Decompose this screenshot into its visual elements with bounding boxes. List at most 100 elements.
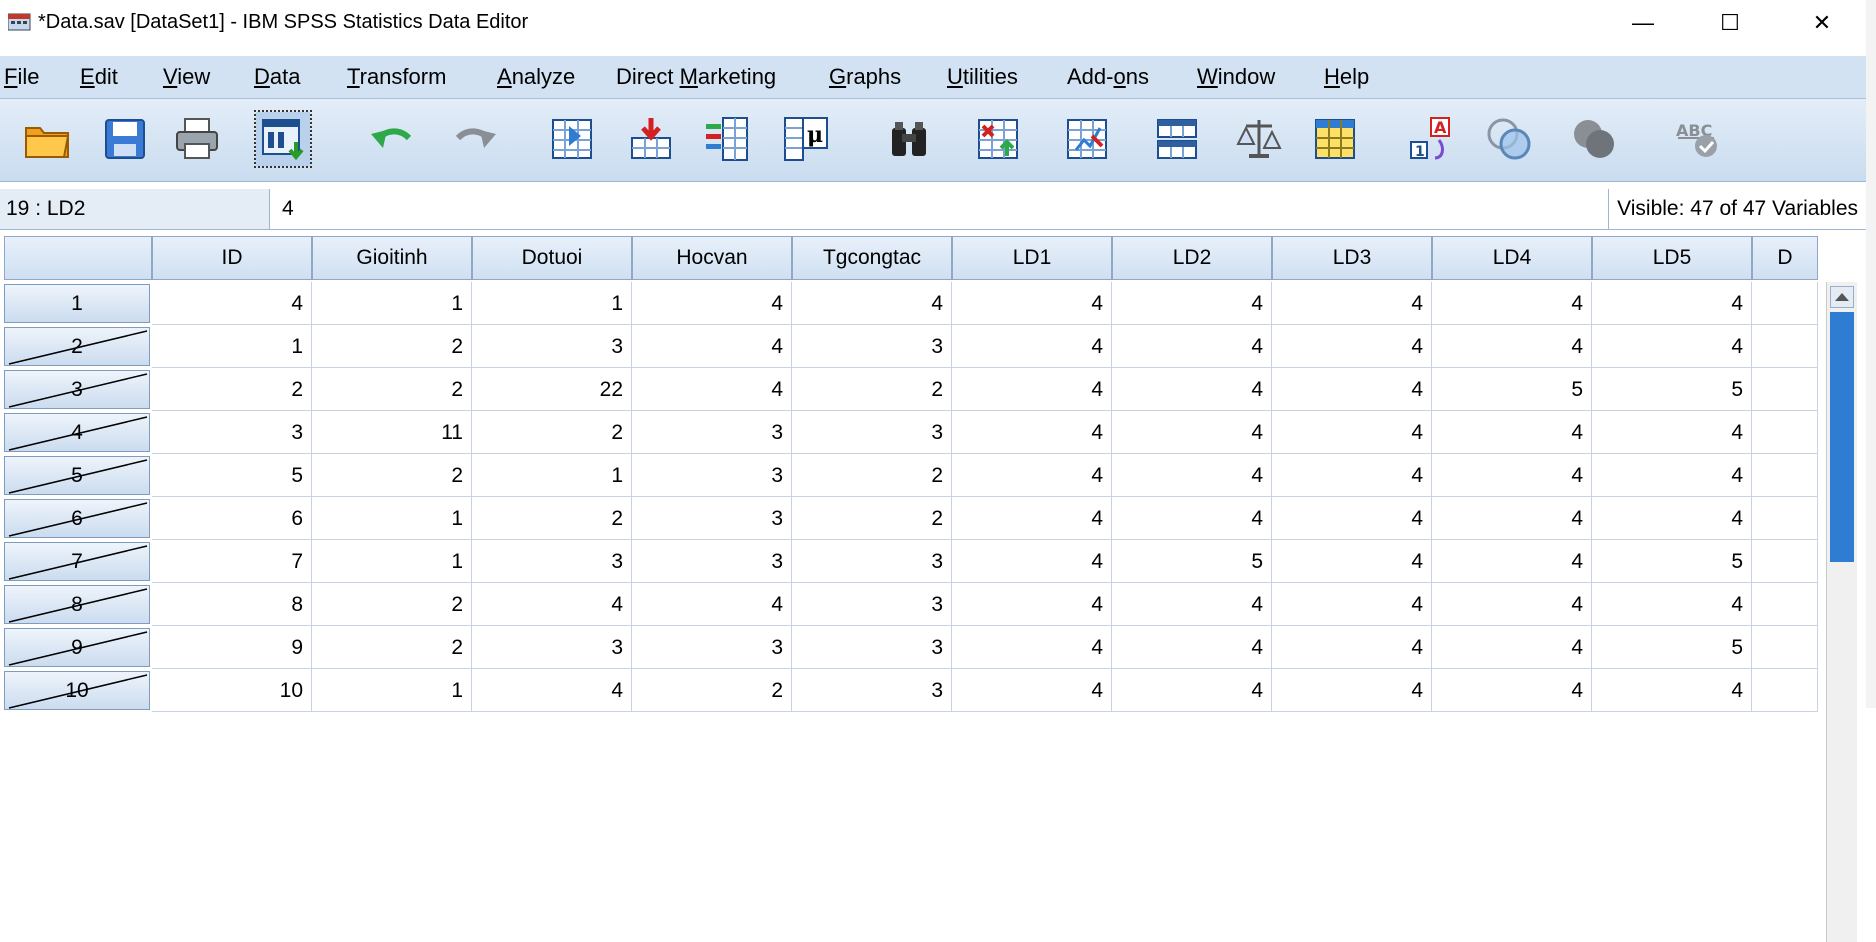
data-cell[interactable]: 4 [952, 583, 1112, 626]
data-cell[interactable]: 3 [632, 454, 792, 497]
insert-cases-icon[interactable] [971, 112, 1025, 166]
data-cell[interactable]: 4 [1272, 583, 1432, 626]
data-cell[interactable] [1752, 583, 1818, 626]
column-header[interactable]: Tgcongtac [792, 236, 952, 280]
data-cell[interactable]: 3 [792, 626, 952, 669]
data-cell[interactable]: 3 [472, 325, 632, 368]
menu-item[interactable]: Edit [80, 64, 118, 90]
data-cell[interactable]: 4 [952, 540, 1112, 583]
data-cell[interactable] [1752, 325, 1818, 368]
data-cell[interactable]: 4 [1272, 282, 1432, 325]
data-cell[interactable]: 3 [472, 540, 632, 583]
data-cell[interactable]: 5 [1112, 540, 1272, 583]
data-cell[interactable]: 4 [952, 282, 1112, 325]
data-cell[interactable]: 1 [472, 454, 632, 497]
show-all-variables-icon[interactable] [1567, 112, 1621, 166]
data-cell[interactable]: 4 [952, 669, 1112, 712]
row-header[interactable]: 3 [4, 370, 150, 409]
data-cell[interactable]: 4 [1112, 454, 1272, 497]
data-cell[interactable]: 5 [1432, 368, 1592, 411]
data-cell[interactable] [1752, 540, 1818, 583]
column-header[interactable]: LD1 [952, 236, 1112, 280]
column-header[interactable]: LD3 [1272, 236, 1432, 280]
column-header[interactable]: Dotuoi [472, 236, 632, 280]
data-cell[interactable]: 9 [152, 626, 312, 669]
row-header[interactable]: 5 [4, 456, 150, 495]
data-cell[interactable]: 2 [792, 368, 952, 411]
row-header[interactable]: 6 [4, 499, 150, 538]
menu-item[interactable]: Transform [347, 64, 446, 90]
data-cell[interactable]: 4 [1432, 325, 1592, 368]
data-cell[interactable]: 4 [1592, 282, 1752, 325]
data-cell[interactable]: 4 [1272, 626, 1432, 669]
menu-item[interactable]: Utilities [947, 64, 1018, 90]
data-cell[interactable]: 4 [1432, 583, 1592, 626]
cell-value-input[interactable]: 4 [276, 189, 294, 229]
data-cell[interactable]: 4 [952, 368, 1112, 411]
data-cell[interactable]: 4 [1272, 540, 1432, 583]
data-cell[interactable]: 3 [632, 411, 792, 454]
menu-item[interactable]: Add-ons [1067, 64, 1149, 90]
split-file-icon[interactable] [1150, 112, 1204, 166]
data-cell[interactable]: 3 [792, 583, 952, 626]
data-cell[interactable] [1752, 669, 1818, 712]
find-icon[interactable] [882, 112, 936, 166]
data-cell[interactable]: 4 [1432, 669, 1592, 712]
data-cell[interactable]: 4 [1112, 497, 1272, 540]
data-cell[interactable]: 4 [1432, 411, 1592, 454]
recall-dialog-icon[interactable] [254, 110, 312, 168]
data-cell[interactable]: 4 [1432, 497, 1592, 540]
data-cell[interactable]: 4 [1432, 454, 1592, 497]
column-header[interactable]: LD2 [1112, 236, 1272, 280]
data-cell[interactable]: 4 [1432, 540, 1592, 583]
data-cell[interactable]: 2 [472, 411, 632, 454]
data-cell[interactable] [1752, 454, 1818, 497]
data-cell[interactable]: 4 [1272, 368, 1432, 411]
menu-item[interactable]: View [163, 64, 210, 90]
row-header[interactable]: 10 [4, 671, 150, 710]
row-header[interactable]: 8 [4, 585, 150, 624]
use-sets-icon[interactable] [1482, 112, 1536, 166]
data-cell[interactable]: 2 [312, 325, 472, 368]
maximize-button[interactable]: ☐ [1703, 0, 1757, 46]
data-cell[interactable]: 4 [632, 282, 792, 325]
menu-item[interactable]: Direct Marketing [616, 64, 776, 90]
row-header[interactable]: 7 [4, 542, 150, 581]
data-cell[interactable]: 22 [472, 368, 632, 411]
minimize-button[interactable]: — [1616, 0, 1670, 46]
menu-item[interactable]: Data [254, 64, 300, 90]
data-cell[interactable]: 3 [152, 411, 312, 454]
data-cell[interactable]: 3 [632, 497, 792, 540]
data-cell[interactable]: 3 [792, 411, 952, 454]
data-cell[interactable]: 4 [1112, 626, 1272, 669]
data-cell[interactable]: 4 [792, 282, 952, 325]
data-cell[interactable]: 4 [1112, 325, 1272, 368]
data-cell[interactable]: 4 [1272, 669, 1432, 712]
column-header[interactable]: Hocvan [632, 236, 792, 280]
data-cell[interactable]: 4 [1432, 282, 1592, 325]
data-cell[interactable]: 4 [1112, 583, 1272, 626]
data-cell[interactable]: 4 [632, 368, 792, 411]
data-cell[interactable]: 4 [1432, 626, 1592, 669]
data-cell[interactable] [1752, 626, 1818, 669]
open-folder-icon[interactable] [20, 112, 74, 166]
descriptives-icon[interactable]: μ [779, 112, 833, 166]
menu-item[interactable]: Analyze [497, 64, 575, 90]
grid-corner[interactable] [4, 236, 152, 280]
data-cell[interactable]: 2 [312, 626, 472, 669]
data-cell[interactable] [1752, 497, 1818, 540]
data-cell[interactable]: 5 [152, 454, 312, 497]
data-cell[interactable]: 4 [1112, 669, 1272, 712]
column-header[interactable]: ID [152, 236, 312, 280]
print-icon[interactable] [170, 112, 224, 166]
data-cell[interactable]: 4 [1592, 411, 1752, 454]
data-cell[interactable]: 10 [152, 669, 312, 712]
data-cell[interactable]: 3 [792, 669, 952, 712]
data-cell[interactable]: 1 [312, 282, 472, 325]
insert-variable-icon[interactable] [1060, 112, 1114, 166]
data-cell[interactable]: 4 [1592, 669, 1752, 712]
data-cell[interactable]: 11 [312, 411, 472, 454]
data-cell[interactable]: 5 [1592, 626, 1752, 669]
data-cell[interactable]: 4 [472, 583, 632, 626]
data-cell[interactable]: 4 [1272, 325, 1432, 368]
